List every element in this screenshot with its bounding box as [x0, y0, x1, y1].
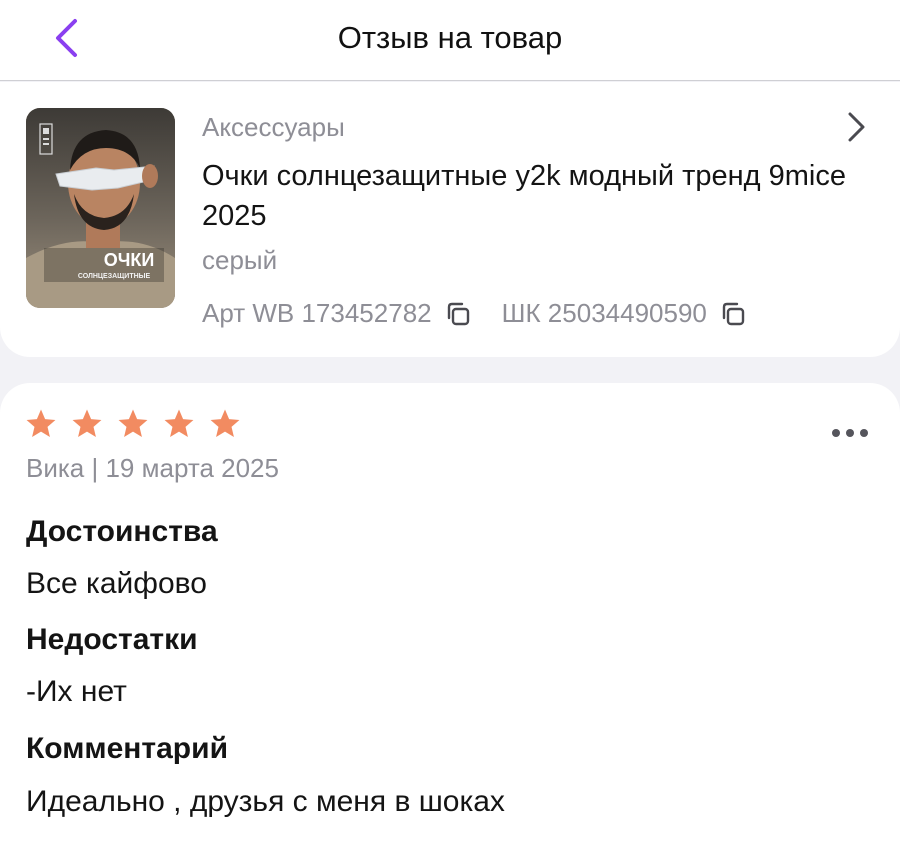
app-header: Отзыв на товар — [0, 0, 900, 81]
pros-text: Все кайфово — [26, 567, 207, 600]
barcode-copy[interactable]: ШК 25034490590 — [502, 298, 747, 329]
product-card[interactable]: ОЧКИ СОЛНЦЕЗАЩИТНЫЕ Аксессуары Очки солн… — [0, 82, 900, 357]
more-options-button[interactable] — [826, 421, 874, 445]
thumbnail-caption: ОЧКИ — [104, 250, 155, 270]
barcode-number: ШК 25034490590 — [501, 298, 707, 328]
star-icon — [72, 409, 102, 438]
review-author-date: Вика | 19 марта 2025 — [26, 453, 279, 483]
product-category: Аксессуары — [202, 112, 345, 142]
product-color: серый — [202, 245, 278, 275]
star-icon — [164, 409, 194, 438]
review-card: Вика | 19 марта 2025 Достоинства Все кай… — [0, 383, 900, 843]
star-icon — [210, 409, 240, 438]
product-title[interactable]: Очки солнцезащитные y2k модный тренд 9mi… — [202, 156, 872, 236]
page-title: Отзыв на товар — [337, 20, 563, 55]
thumbnail-subcaption: СОЛНЦЕЗАЩИТНЫЕ — [78, 273, 151, 280]
star-icon — [118, 409, 148, 438]
product-thumbnail[interactable]: ОЧКИ СОЛНЦЕЗАЩИТНЫЕ — [26, 108, 175, 308]
article-copy[interactable]: Арт WB 173452782 — [202, 298, 472, 329]
article-number: Арт WB 173452782 — [202, 298, 432, 328]
rating-stars — [24, 407, 254, 441]
cons-heading: Недостатки — [26, 623, 198, 656]
comment-heading: Комментарий — [26, 732, 229, 765]
pros-heading: Достоинства — [26, 515, 218, 548]
product-identifiers: Арт WB 173452782 ШК 25034490590 — [202, 298, 747, 329]
open-product-button[interactable] — [838, 109, 874, 145]
product-photo: ОЧКИ СОЛНЦЕЗАЩИТНЫЕ — [26, 108, 175, 308]
chevron-right-icon — [848, 112, 865, 142]
comment-text: Идеально , друзья с меня в шоках — [26, 785, 505, 818]
cons-text: -Их нет — [26, 675, 127, 708]
copy-icon[interactable] — [719, 300, 747, 328]
more-dots-icon — [832, 429, 868, 437]
copy-icon[interactable] — [444, 300, 472, 328]
star-icon — [26, 409, 56, 438]
